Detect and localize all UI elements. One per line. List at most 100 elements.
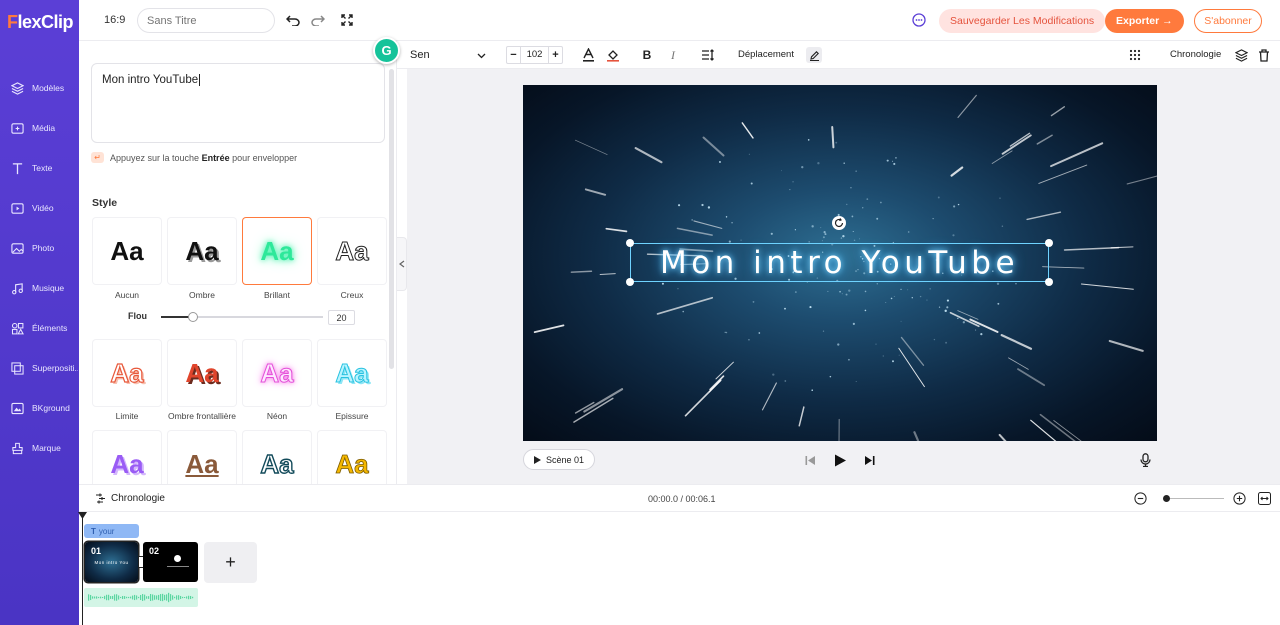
move-button[interactable]: Déplacement <box>738 49 794 60</box>
background-icon <box>10 401 24 415</box>
font-family-select[interactable]: Sen <box>410 49 430 61</box>
font-size-stepper[interactable]: − 102 + <box>506 46 563 64</box>
chat-icon[interactable] <box>911 12 927 28</box>
style-card-ombre[interactable]: Aa <box>167 217 237 285</box>
star-dot <box>821 240 823 242</box>
redo-icon[interactable] <box>310 12 326 28</box>
grammarly-icon[interactable]: G <box>373 37 400 64</box>
edit-pen-icon[interactable] <box>806 47 822 63</box>
star-dot <box>879 201 882 204</box>
zoom-in-icon[interactable] <box>1233 492 1246 508</box>
style-card-brown[interactable]: Aa <box>167 430 237 484</box>
star-dot <box>822 330 825 332</box>
style-card-epissure[interactable]: Aa <box>317 339 387 407</box>
scene-play-button[interactable]: Scène 01 <box>523 449 595 470</box>
skip-back-icon[interactable] <box>802 452 818 468</box>
export-button[interactable]: Exporter → <box>1105 9 1184 33</box>
microphone-icon[interactable] <box>1137 452 1153 468</box>
chevron-down-icon[interactable] <box>477 49 486 63</box>
zoom-slider-track[interactable] <box>1164 498 1224 499</box>
rotate-handle-icon[interactable] <box>832 216 846 230</box>
sidebar-item-musique[interactable]: Musique <box>0 274 79 302</box>
trash-icon[interactable] <box>1256 47 1272 63</box>
sidebar-item-texte[interactable]: Texte <box>0 154 79 182</box>
sidebar-item-elements[interactable]: Éléments <box>0 314 79 342</box>
project-title-input[interactable] <box>137 8 275 33</box>
highlight-color-icon[interactable] <box>605 47 621 63</box>
aspect-ratio-selector[interactable]: 16:9 <box>104 14 125 26</box>
line-spacing-icon[interactable] <box>699 47 715 63</box>
text-color-icon[interactable] <box>580 47 596 63</box>
fullscreen-icon[interactable] <box>339 12 355 28</box>
resize-handle[interactable] <box>626 239 634 247</box>
play-icon[interactable] <box>832 452 848 468</box>
star-dot <box>843 162 845 164</box>
subscribe-button[interactable]: S'abonner <box>1194 9 1262 33</box>
panel-scrollbar[interactable] <box>389 69 394 369</box>
style-card-ombre-frontaliere[interactable]: Aa <box>167 339 237 407</box>
text-track-clip[interactable]: T your <box>84 524 139 538</box>
add-scene-button[interactable]: + <box>204 542 257 583</box>
style-card-limite[interactable]: Aa <box>92 339 162 407</box>
sidebar-item-video[interactable]: Vidéo <box>0 194 79 222</box>
sidebar-item-label: Marque <box>32 443 61 453</box>
grid-icon[interactable] <box>1127 47 1143 63</box>
star-streak <box>1017 368 1046 387</box>
undo-icon[interactable] <box>285 12 301 28</box>
zoom-out-icon[interactable] <box>1134 492 1147 508</box>
timeline-header: Chronologie 00:00.0 / 00:06.1 <box>79 484 1280 512</box>
blur-value-input[interactable]: 20 <box>328 310 355 325</box>
scene-clip-02[interactable]: 02 <box>143 542 198 582</box>
flexclip-logo[interactable]: FlexClip <box>7 12 74 33</box>
resize-handle[interactable] <box>626 278 634 286</box>
style-card-purple[interactable]: Aa <box>92 430 162 484</box>
style-card-brillant[interactable]: Aa <box>242 217 312 285</box>
resize-handle[interactable] <box>1045 278 1053 286</box>
timeline-label[interactable]: Chronologie <box>95 493 165 504</box>
style-card-yellow[interactable]: Aa <box>317 430 387 484</box>
sidebar-item-media[interactable]: Média <box>0 114 79 142</box>
star-dot <box>794 291 797 293</box>
star-streak <box>898 347 925 388</box>
playhead[interactable] <box>82 512 83 625</box>
logo-mark-icon <box>174 555 181 562</box>
star-dot <box>677 288 679 290</box>
star-dot <box>907 231 910 233</box>
star-streak <box>1036 134 1053 145</box>
sidebar-item-superpositions[interactable]: Superpositi... <box>0 354 79 382</box>
timeline-toggle[interactable]: Chronologie <box>1170 49 1221 60</box>
fit-width-icon[interactable] <box>1258 492 1271 508</box>
waveform-bar <box>188 595 190 600</box>
star-streak <box>950 166 964 177</box>
style-card-neon[interactable]: Aa <box>242 339 312 407</box>
layers-icon[interactable] <box>1233 47 1249 63</box>
font-size-value[interactable]: 102 <box>520 47 549 63</box>
italic-icon[interactable]: I <box>665 47 681 63</box>
bold-icon[interactable]: B <box>639 47 655 63</box>
style-card-creux[interactable]: Aa <box>317 217 387 285</box>
star-dot <box>724 331 726 333</box>
style-card-teal-outline[interactable]: Aa <box>242 430 312 484</box>
canvas-title-text[interactable]: Mon intro YouTube <box>630 244 1049 282</box>
sidebar-item-marque[interactable]: Marque <box>0 434 79 462</box>
star-dot <box>794 229 796 231</box>
star-streak <box>599 273 616 275</box>
increase-size-button[interactable]: + <box>549 49 562 61</box>
resize-handle[interactable] <box>1045 239 1053 247</box>
blur-slider-handle[interactable] <box>188 312 199 322</box>
sidebar-item-modeles[interactable]: Modèles <box>0 74 79 102</box>
style-heading: Style <box>92 197 118 209</box>
zoom-slider-handle[interactable] <box>1163 495 1170 502</box>
sidebar-item-bkground[interactable]: BKground <box>0 394 79 422</box>
text-content-input[interactable]: Mon intro YouTube <box>91 63 385 143</box>
scene-clip-01[interactable]: 01 Mon intro You <box>85 542 138 582</box>
audio-track[interactable] <box>84 588 198 607</box>
star-dot <box>893 296 895 298</box>
star-streak <box>684 379 722 417</box>
style-card-aucun[interactable]: Aa <box>92 217 162 285</box>
collapse-panel-button[interactable] <box>397 237 407 291</box>
decrease-size-button[interactable]: − <box>507 49 520 61</box>
save-changes-button[interactable]: Sauvegarder Les Modifications <box>939 9 1106 33</box>
skip-forward-icon[interactable] <box>861 452 877 468</box>
sidebar-item-photo[interactable]: Photo <box>0 234 79 262</box>
